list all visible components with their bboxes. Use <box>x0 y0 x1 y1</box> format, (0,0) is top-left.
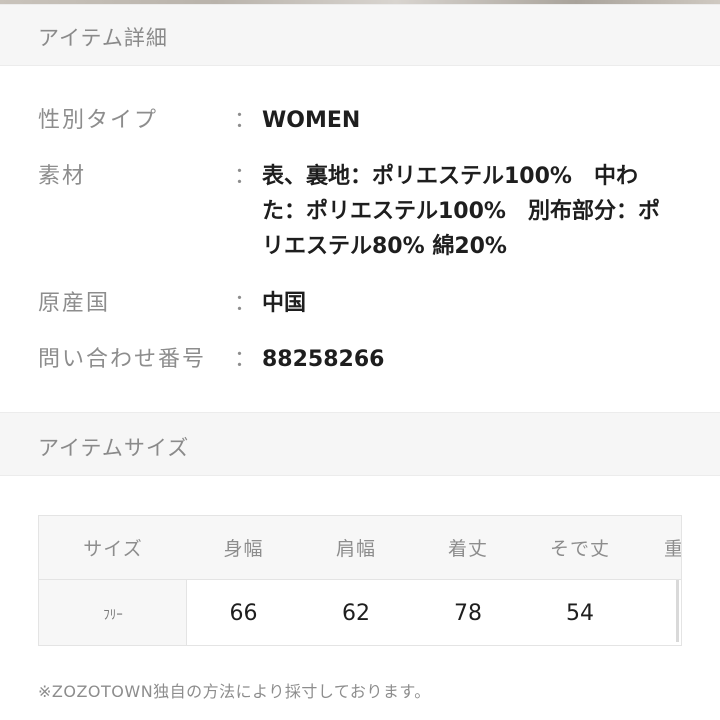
size-table-cell-sleeve-length: 54 <box>566 600 594 626</box>
size-table-header-length: 着丈 <box>447 538 488 560</box>
size-table-header-sleeve-length: そで丈 <box>549 538 610 560</box>
size-table-cell-body-width: 66 <box>229 600 258 626</box>
detail-label-inquiry-number: 問い合わせ番号 <box>38 347 207 372</box>
size-table-header-shoulder-width: 肩幅 <box>335 538 376 560</box>
size-table-header-weight: 重 <box>636 516 681 579</box>
measurement-footnote: ※ZOZOTOWN独自の方法により採寸しております。 <box>38 682 431 701</box>
item-size-header: アイテムサイズ <box>0 412 720 476</box>
detail-separator: ： <box>234 108 257 133</box>
detail-label-origin: 原産国 <box>38 291 111 316</box>
size-table-cell-size: ﾌﾘｰ <box>103 607 123 623</box>
item-size-title: アイテムサイズ <box>38 436 190 460</box>
detail-separator: ： <box>234 291 257 316</box>
detail-separator: ： <box>234 164 257 189</box>
size-table-header-size: サイズ <box>83 538 143 560</box>
detail-value-origin: 中国 <box>262 291 307 316</box>
detail-value-material: 表、裏地：ポリエステル100% 中わた：ポリエステル100% 別布部分：ポリエス… <box>262 164 660 259</box>
size-table-header-body-width: 身幅 <box>223 538 264 560</box>
table-scroll-indicator[interactable] <box>676 580 679 642</box>
detail-label-material: 素材 <box>38 164 87 189</box>
size-table-cell-shoulder-width: 62 <box>342 600 370 626</box>
size-table-header-row: サイズ 身幅 肩幅 着丈 そで丈 重 <box>39 516 681 580</box>
detail-separator: ： <box>234 347 257 372</box>
item-details-title: アイテム詳細 <box>38 26 168 50</box>
item-details-header: アイテム詳細 <box>0 4 720 66</box>
size-table-cell-length: 78 <box>454 600 482 626</box>
detail-value-gender: WOMEN <box>262 108 361 133</box>
detail-value-inquiry-number: 88258266 <box>262 347 385 372</box>
table-row: ﾌﾘｰ 66 62 78 54 <box>39 580 681 645</box>
detail-label-gender: 性別タイプ <box>38 108 159 133</box>
size-table[interactable]: サイズ 身幅 肩幅 着丈 そで丈 重 ﾌﾘｰ 66 62 78 54 <box>38 515 682 646</box>
